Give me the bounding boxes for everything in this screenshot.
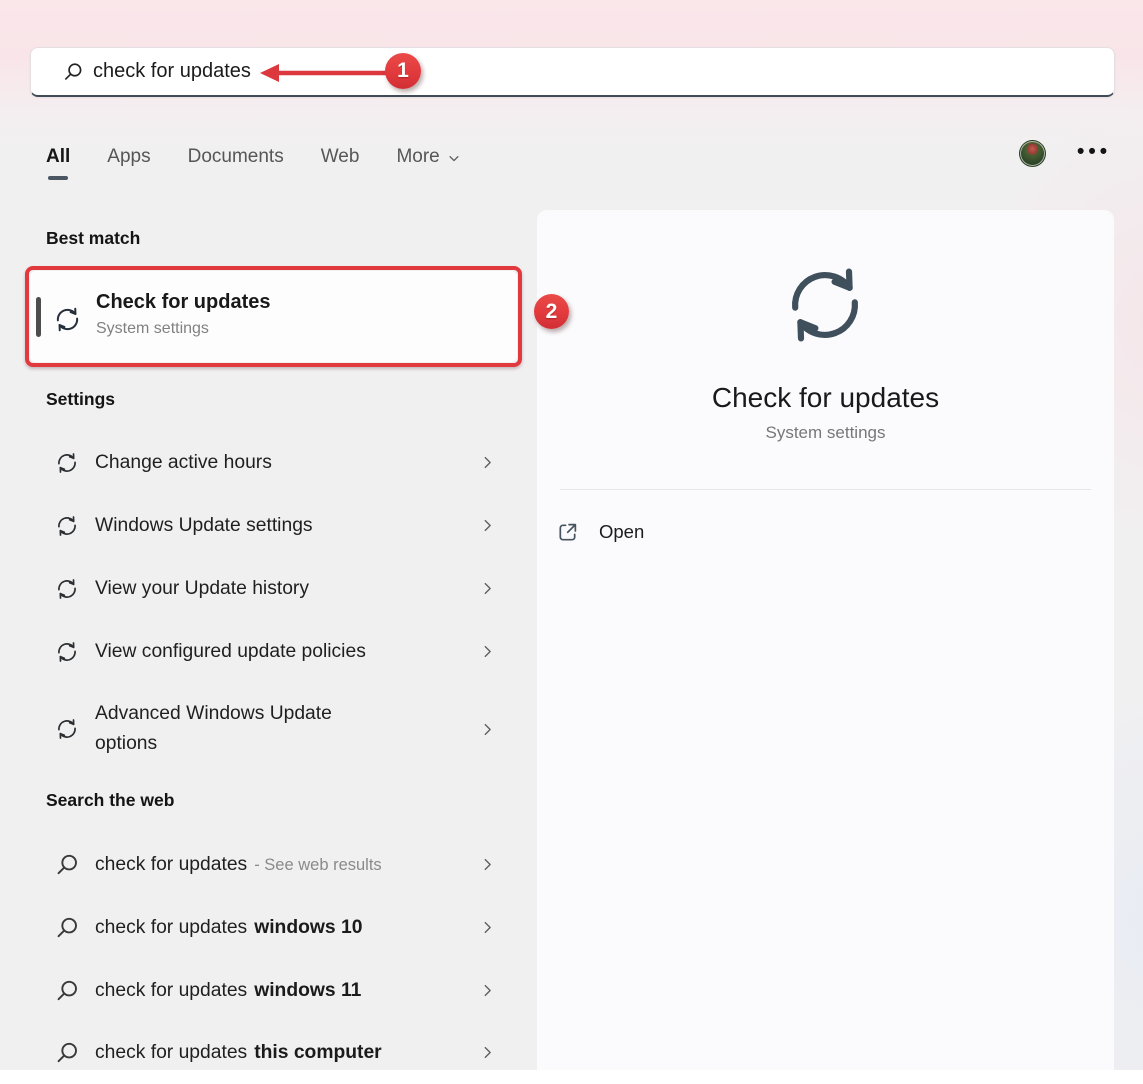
open-action[interactable]: Open — [556, 510, 856, 554]
settings-item-change-active-hours[interactable]: Change active hours — [46, 431, 516, 494]
avatar[interactable] — [1019, 140, 1046, 167]
settings-heading: Settings — [46, 389, 116, 409]
search-bar — [30, 47, 1115, 97]
open-external-icon — [559, 523, 577, 541]
open-label: Open — [599, 521, 645, 542]
settings-item-update-history[interactable]: View your Update history — [46, 557, 516, 620]
search-icon — [57, 917, 77, 937]
sync-icon — [56, 307, 79, 332]
chevron-right-icon — [484, 858, 491, 871]
web-suggestion-see-results[interactable]: check for updates - See web results — [46, 833, 516, 896]
preview-subtitle: System settings — [765, 423, 886, 442]
sync-icon — [777, 257, 873, 353]
chevron-right-icon — [484, 582, 491, 595]
web-suggestion-this-computer[interactable]: check for updates this computer — [46, 1021, 516, 1084]
chevron-right-icon — [484, 519, 491, 532]
best-match-result[interactable]: Check for updates System settings — [30, 271, 517, 362]
tab-apps[interactable]: Apps — [107, 143, 150, 171]
settings-item-update-policies[interactable]: View configured update policies — [46, 620, 516, 683]
chevron-right-icon — [484, 1046, 491, 1059]
sync-icon — [58, 452, 76, 473]
chevron-right-icon — [484, 456, 491, 469]
web-suggestion-windows-11[interactable]: check for updates windows 11 — [46, 959, 516, 1022]
search-icon — [65, 62, 82, 80]
tab-documents[interactable]: Documents — [188, 143, 284, 171]
web-suggestion-windows-10[interactable]: check for updates windows 10 — [46, 896, 516, 959]
settings-item-windows-update-settings[interactable]: Windows Update settings — [46, 494, 516, 557]
best-match-subtitle: System settings — [96, 320, 209, 337]
chevron-right-icon — [484, 645, 491, 658]
tab-all[interactable]: All — [46, 143, 70, 171]
sync-icon — [58, 515, 76, 536]
more-options-button[interactable]: ••• — [1077, 140, 1111, 164]
windows-search-flyout: All Apps Documents Web More ••• Check fo… — [0, 0, 1143, 1070]
tab-more[interactable]: More — [396, 143, 460, 171]
tab-web[interactable]: Web — [321, 143, 360, 171]
annotation-step-2-badge: 2 — [534, 294, 569, 329]
search-icon — [57, 980, 77, 1000]
search-filter-tabs: All Apps Documents Web More — [46, 143, 498, 171]
search-web-heading: Search the web — [46, 790, 175, 810]
divider — [560, 489, 1091, 490]
sync-icon — [58, 641, 76, 662]
sync-icon — [58, 719, 76, 739]
selection-indicator — [36, 297, 41, 337]
chevron-right-icon — [484, 921, 491, 934]
preview-title: Check for updates — [711, 382, 940, 413]
best-match-heading: Best match — [46, 228, 141, 248]
settings-item-advanced-update-options[interactable]: Advanced Windows Update options — [46, 683, 516, 775]
chevron-down-icon — [449, 155, 459, 161]
sync-icon — [58, 578, 76, 599]
annotation-step-1-badge: 1 — [385, 53, 421, 89]
search-icon — [57, 854, 77, 874]
preview-panel: Check for updates System settings Open — [537, 210, 1114, 1070]
chevron-right-icon — [484, 723, 491, 735]
search-icon — [57, 1042, 77, 1062]
chevron-right-icon — [484, 984, 491, 997]
best-match-title: Check for updates — [96, 291, 271, 313]
